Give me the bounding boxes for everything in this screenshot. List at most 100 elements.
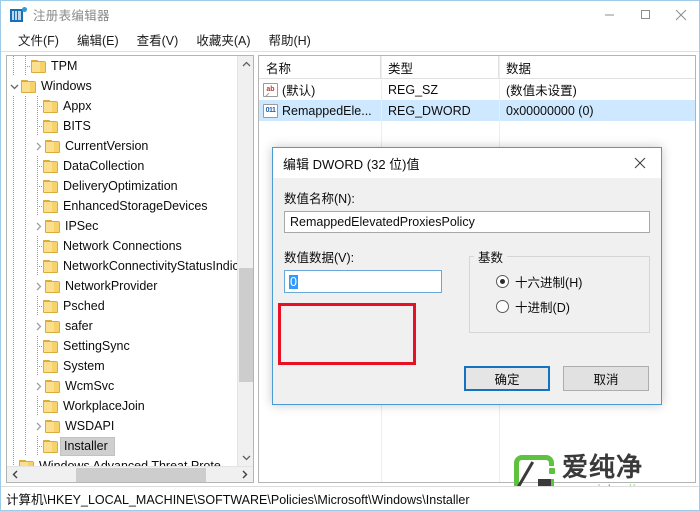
value-data-field[interactable]: 0 [284, 270, 442, 293]
tree-item-label: WSDAPI [65, 419, 115, 433]
menu-item-edit[interactable]: 编辑(E) [68, 28, 128, 52]
tree-vertical-scrollbar[interactable] [237, 56, 253, 466]
minimize-icon[interactable] [591, 1, 627, 28]
tree-hscroll-thumb[interactable] [76, 467, 206, 482]
dword-value-icon: 011 [263, 103, 278, 118]
chevron-left-icon[interactable] [7, 467, 24, 483]
tree-guide [19, 416, 31, 436]
radio-hexadecimal[interactable]: 十六进制(H) [496, 272, 649, 291]
tree-scroll-thumb[interactable] [239, 268, 253, 382]
ok-button[interactable]: 确定 [464, 366, 550, 391]
tree-guide [19, 96, 31, 116]
tree-item-label: Installer [60, 436, 115, 456]
tree-guide [31, 236, 43, 256]
tree-guide [7, 416, 19, 436]
tree-guide [7, 456, 19, 466]
registry-path: 计算机\HKEY_LOCAL_MACHINE\SOFTWARE\Policies… [6, 493, 470, 507]
tree-guide [7, 396, 19, 416]
tree-guide [31, 196, 43, 216]
tree-guide [19, 216, 31, 236]
table-row[interactable]: 011 RemappedEle... REG_DWORD 0x00000000 (0) [259, 100, 695, 121]
tree-item[interactable]: CurrentVersion [7, 136, 238, 156]
tree-guide [7, 156, 19, 176]
menu-item-file[interactable]: 文件(F) [9, 28, 68, 52]
tree-item[interactable]: Windows [7, 76, 238, 96]
menu-item-view[interactable]: 查看(V) [128, 28, 188, 52]
list-rows: ab (默认) REG_SZ (数值未设置) 011 RemappedEle... REG_… [259, 79, 695, 121]
tree-item[interactable]: WorkplaceJoin [7, 396, 238, 416]
cell-name: 011 RemappedEle... [259, 100, 381, 121]
registry-tree[interactable]: TPM Windows Appx BITS CurrentVersion DataColl… [7, 56, 238, 466]
tree-guide [31, 396, 43, 416]
dialog-buttons: 确定 取消 [464, 366, 649, 391]
tree-guide [19, 256, 31, 276]
value-name: RemappedEle... [282, 103, 372, 118]
tree-item[interactable]: NetworkConnectivityStatusIndicator [7, 256, 238, 276]
tree-item[interactable]: Network Connections [7, 236, 238, 256]
tree-item[interactable]: Psched [7, 296, 238, 316]
close-icon[interactable] [663, 1, 699, 28]
tree-guide [19, 136, 31, 156]
chevron-up-icon[interactable] [238, 56, 253, 73]
tree-item[interactable]: Appx [7, 96, 238, 116]
tree-item[interactable]: Windows Advanced Threat Prote [7, 456, 238, 466]
tree-item[interactable]: DataCollection [7, 156, 238, 176]
cancel-button[interactable]: 取消 [563, 366, 649, 391]
value-data-text: 0 [289, 274, 298, 289]
radio-decimal[interactable]: 十进制(D) [496, 297, 649, 316]
tree-guide [7, 96, 19, 116]
table-row[interactable]: ab (默认) REG_SZ (数值未设置) [259, 79, 695, 100]
tree-guide [19, 336, 31, 356]
tree-guide [19, 376, 31, 396]
chevron-right-icon[interactable] [31, 422, 45, 431]
tree-guide [31, 436, 43, 456]
radio-decimal-label: 十进制(D) [515, 301, 570, 315]
cell-type: REG_SZ [388, 82, 439, 97]
chevron-down-icon[interactable] [7, 83, 21, 90]
brand-name: 爱纯净 [562, 452, 644, 483]
tree-item[interactable]: NetworkProvider [7, 276, 238, 296]
column-header-type[interactable]: 类型 [381, 56, 499, 79]
maximize-icon[interactable] [627, 1, 663, 28]
folder-icon [43, 399, 58, 413]
folder-icon [43, 119, 58, 133]
column-header-data[interactable]: 数据 [499, 56, 695, 79]
window-controls [591, 1, 699, 28]
folder-icon [43, 99, 58, 113]
chevron-down-icon[interactable] [238, 449, 253, 466]
tree-item[interactable]: DeliveryOptimization [7, 176, 238, 196]
tree-item[interactable]: safer [7, 316, 238, 336]
chevron-right-icon[interactable] [31, 222, 45, 231]
tree-item[interactable]: BITS [7, 116, 238, 136]
chevron-right-icon[interactable] [236, 467, 253, 483]
tree-item[interactable]: TPM [7, 56, 238, 76]
folder-icon [45, 319, 60, 333]
tree-item[interactable]: WcmSvc [7, 376, 238, 396]
tree-item-label: Network Connections [63, 239, 182, 253]
tree-item[interactable]: WSDAPI [7, 416, 238, 436]
column-header-name[interactable]: 名称 [259, 56, 381, 79]
chevron-right-icon[interactable] [31, 322, 45, 331]
tree-item-label: SettingSync [63, 339, 130, 353]
close-icon[interactable] [619, 148, 661, 178]
tree-guide [19, 236, 31, 256]
tree-item-label: DataCollection [63, 159, 145, 173]
menu-item-favorites[interactable]: 收藏夹(A) [187, 28, 259, 52]
chevron-right-icon[interactable] [31, 282, 45, 291]
chevron-right-icon[interactable] [31, 382, 45, 391]
tree-item[interactable]: System [7, 356, 238, 376]
tree-guide [7, 176, 19, 196]
value-name-field[interactable]: RemappedElevatedProxiesPolicy [284, 211, 650, 233]
tree-guide [7, 216, 19, 236]
tree-item[interactable]: SettingSync [7, 336, 238, 356]
tree-item[interactable]: Installer [7, 436, 238, 456]
tree-horizontal-scrollbar[interactable] [7, 466, 253, 482]
tree-item-label: Windows [41, 79, 92, 93]
tree-item[interactable]: IPSec [7, 216, 238, 236]
chevron-right-icon[interactable] [31, 142, 45, 151]
menu-item-help[interactable]: 帮助(H) [259, 28, 319, 52]
registry-tree-pane: TPM Windows Appx BITS CurrentVersion DataColl… [6, 55, 254, 483]
tree-guide [7, 316, 19, 336]
tree-item-label: safer [65, 319, 93, 333]
tree-item[interactable]: EnhancedStorageDevices [7, 196, 238, 216]
